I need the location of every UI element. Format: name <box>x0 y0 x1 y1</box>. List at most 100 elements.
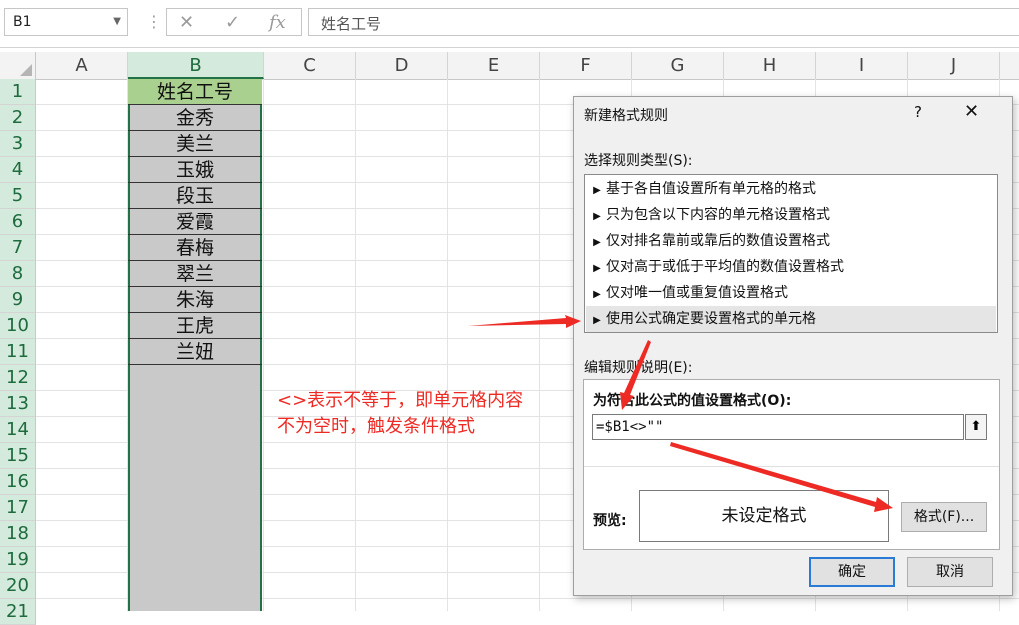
formula-label: 为符合此公式的值设置格式(O): <box>593 393 792 409</box>
help-icon[interactable]: ? <box>914 103 922 121</box>
name-box[interactable]: B1 ▼ <box>4 8 128 36</box>
triangle-right-icon: ▶ <box>593 315 601 326</box>
row-header[interactable]: 10 <box>0 313 36 339</box>
gridline <box>355 79 356 611</box>
divider <box>584 466 999 467</box>
rule-type-label-text: 基于各自值设置所有单元格的格式 <box>606 181 816 197</box>
row-header[interactable]: 16 <box>0 469 36 495</box>
triangle-right-icon: ▶ <box>593 263 601 274</box>
rule-type-label-text: 仅对高于或低于平均值的数值设置格式 <box>606 259 844 275</box>
rule-type-item-selected[interactable]: ▶ 使用公式确定要设置格式的单元格 <box>586 306 996 332</box>
column-header-g[interactable]: G <box>632 52 724 79</box>
preview-box: 未设定格式 <box>639 490 889 542</box>
cell-b6[interactable]: 爱霞 <box>128 209 262 235</box>
row-header[interactable]: 18 <box>0 521 36 547</box>
row-header[interactable]: 17 <box>0 495 36 521</box>
triangle-right-icon: ▶ <box>593 211 601 222</box>
gridline <box>263 79 264 611</box>
formula-input-value: 姓名工号 <box>321 15 382 33</box>
column-header-f[interactable]: F <box>540 52 632 79</box>
column-header-h[interactable]: H <box>724 52 816 79</box>
triangle-right-icon: ▶ <box>593 237 601 248</box>
row-header[interactable]: 21 <box>0 599 36 625</box>
rule-type-label-text: 只为包含以下内容的单元格设置格式 <box>606 207 830 223</box>
cell-b2[interactable]: 金秀 <box>128 105 262 131</box>
select-all-corner[interactable] <box>0 52 36 79</box>
annotation-line: <>表示不等于，即单元格内容 <box>277 390 524 411</box>
row-header[interactable]: 4 <box>0 157 36 183</box>
gridline <box>447 79 448 611</box>
row-header[interactable]: 9 <box>0 287 36 313</box>
cell-b5[interactable]: 段玉 <box>128 183 262 209</box>
new-format-rule-dialog: 新建格式规则 ? ✕ 选择规则类型(S): ▶ 基于各自值设置所有单元格的格式 ▶… <box>573 96 1013 596</box>
formula-buttons: ✕ ✓ fx <box>166 8 302 36</box>
ok-button[interactable]: 确定 <box>809 557 895 587</box>
name-box-value: B1 <box>13 14 32 30</box>
cell-b8[interactable]: 翠兰 <box>128 261 262 287</box>
enter-icon[interactable]: ✓ <box>225 12 240 33</box>
dialog-title: 新建格式规则 <box>584 108 668 124</box>
row-header[interactable]: 11 <box>0 339 36 365</box>
rule-type-item[interactable]: ▶ 只为包含以下内容的单元格设置格式 <box>586 202 996 228</box>
annotation-line: 不为空时，触发条件格式 <box>277 416 475 437</box>
drag-handle-icon[interactable]: ⋮ <box>146 10 162 34</box>
rule-description-panel: 为符合此公式的值设置格式(O): =$B1<>"" ⬆ 预览: 未设定格式 格式… <box>583 379 1000 550</box>
close-icon[interactable]: ✕ <box>964 101 979 122</box>
formula-field[interactable]: =$B1<>"" <box>592 414 964 440</box>
column-header-c[interactable]: C <box>264 52 356 79</box>
formula-input[interactable]: 姓名工号 <box>308 8 1019 36</box>
cell-b10[interactable]: 王虎 <box>128 313 262 339</box>
row-header[interactable]: 19 <box>0 547 36 573</box>
row-header[interactable]: 14 <box>0 417 36 443</box>
formula-bar: B1 ▼ ⋮ ✕ ✓ fx 姓名工号 <box>0 0 1019 48</box>
triangle-right-icon: ▶ <box>593 289 601 300</box>
range-select-icon: ⬆ <box>970 419 982 434</box>
row-header[interactable]: 8 <box>0 261 36 287</box>
row-header[interactable]: 3 <box>0 131 36 157</box>
row-header[interactable]: 5 <box>0 183 36 209</box>
rule-type-label-text: 仅对唯一值或重复值设置格式 <box>606 285 788 301</box>
cancel-button[interactable]: 取消 <box>907 557 993 587</box>
rule-type-item[interactable]: ▶ 仅对高于或低于平均值的数值设置格式 <box>586 254 996 280</box>
format-button[interactable]: 格式(F)... <box>901 502 987 532</box>
row-header[interactable]: 13 <box>0 391 36 417</box>
row-header[interactable]: 20 <box>0 573 36 599</box>
column-header-a[interactable]: A <box>36 52 128 79</box>
annotation-note: <>表示不等于，即单元格内容 不为空时，触发条件格式 <box>277 388 562 440</box>
preview-label: 预览: <box>593 513 627 529</box>
row-header[interactable]: 7 <box>0 235 36 261</box>
rule-type-item[interactable]: ▶ 仅对唯一值或重复值设置格式 <box>586 280 996 306</box>
column-header-bar: A B C D E F G H I J <box>0 52 1019 80</box>
rule-type-item[interactable]: ▶ 基于各自值设置所有单元格的格式 <box>586 176 996 202</box>
column-header-e[interactable]: E <box>448 52 540 79</box>
cancel-icon[interactable]: ✕ <box>179 12 194 33</box>
cell-b1[interactable]: 姓名工号 <box>128 79 262 105</box>
column-header-i[interactable]: I <box>816 52 908 79</box>
chevron-down-icon[interactable]: ▼ <box>113 16 121 27</box>
formula-field-value: =$B1<>"" <box>596 419 664 435</box>
collapse-dialog-button[interactable]: ⬆ <box>965 414 987 440</box>
row-header[interactable]: 1 <box>0 79 36 105</box>
rule-type-item[interactable]: ▶ 仅对排名靠前或靠后的数值设置格式 <box>586 228 996 254</box>
insert-function-icon[interactable]: fx <box>269 12 286 33</box>
gridline <box>539 79 540 611</box>
row-header[interactable]: 6 <box>0 209 36 235</box>
column-header-d[interactable]: D <box>356 52 448 79</box>
row-header[interactable]: 2 <box>0 105 36 131</box>
column-header-j[interactable]: J <box>908 52 1000 79</box>
row-header[interactable]: 12 <box>0 365 36 391</box>
column-header-b[interactable]: B <box>128 52 264 79</box>
rule-type-label-text: 仅对排名靠前或靠后的数值设置格式 <box>606 233 830 249</box>
row-header[interactable]: 15 <box>0 443 36 469</box>
rule-type-label: 选择规则类型(S): <box>584 153 693 169</box>
select-all-icon <box>20 64 32 76</box>
rule-type-list[interactable]: ▶ 基于各自值设置所有单元格的格式 ▶ 只为包含以下内容的单元格设置格式 ▶ 仅对排名… <box>584 174 998 333</box>
triangle-right-icon: ▶ <box>593 185 601 196</box>
rule-type-label-text: 使用公式确定要设置格式的单元格 <box>606 311 816 327</box>
cell-b7[interactable]: 春梅 <box>128 235 262 261</box>
cell-b9[interactable]: 朱海 <box>128 287 262 313</box>
cell-b3[interactable]: 美兰 <box>128 131 262 157</box>
cell-b4[interactable]: 玉娥 <box>128 157 262 183</box>
rule-description-label: 编辑规则说明(E): <box>584 360 693 376</box>
cell-b11[interactable]: 兰妞 <box>128 339 262 365</box>
